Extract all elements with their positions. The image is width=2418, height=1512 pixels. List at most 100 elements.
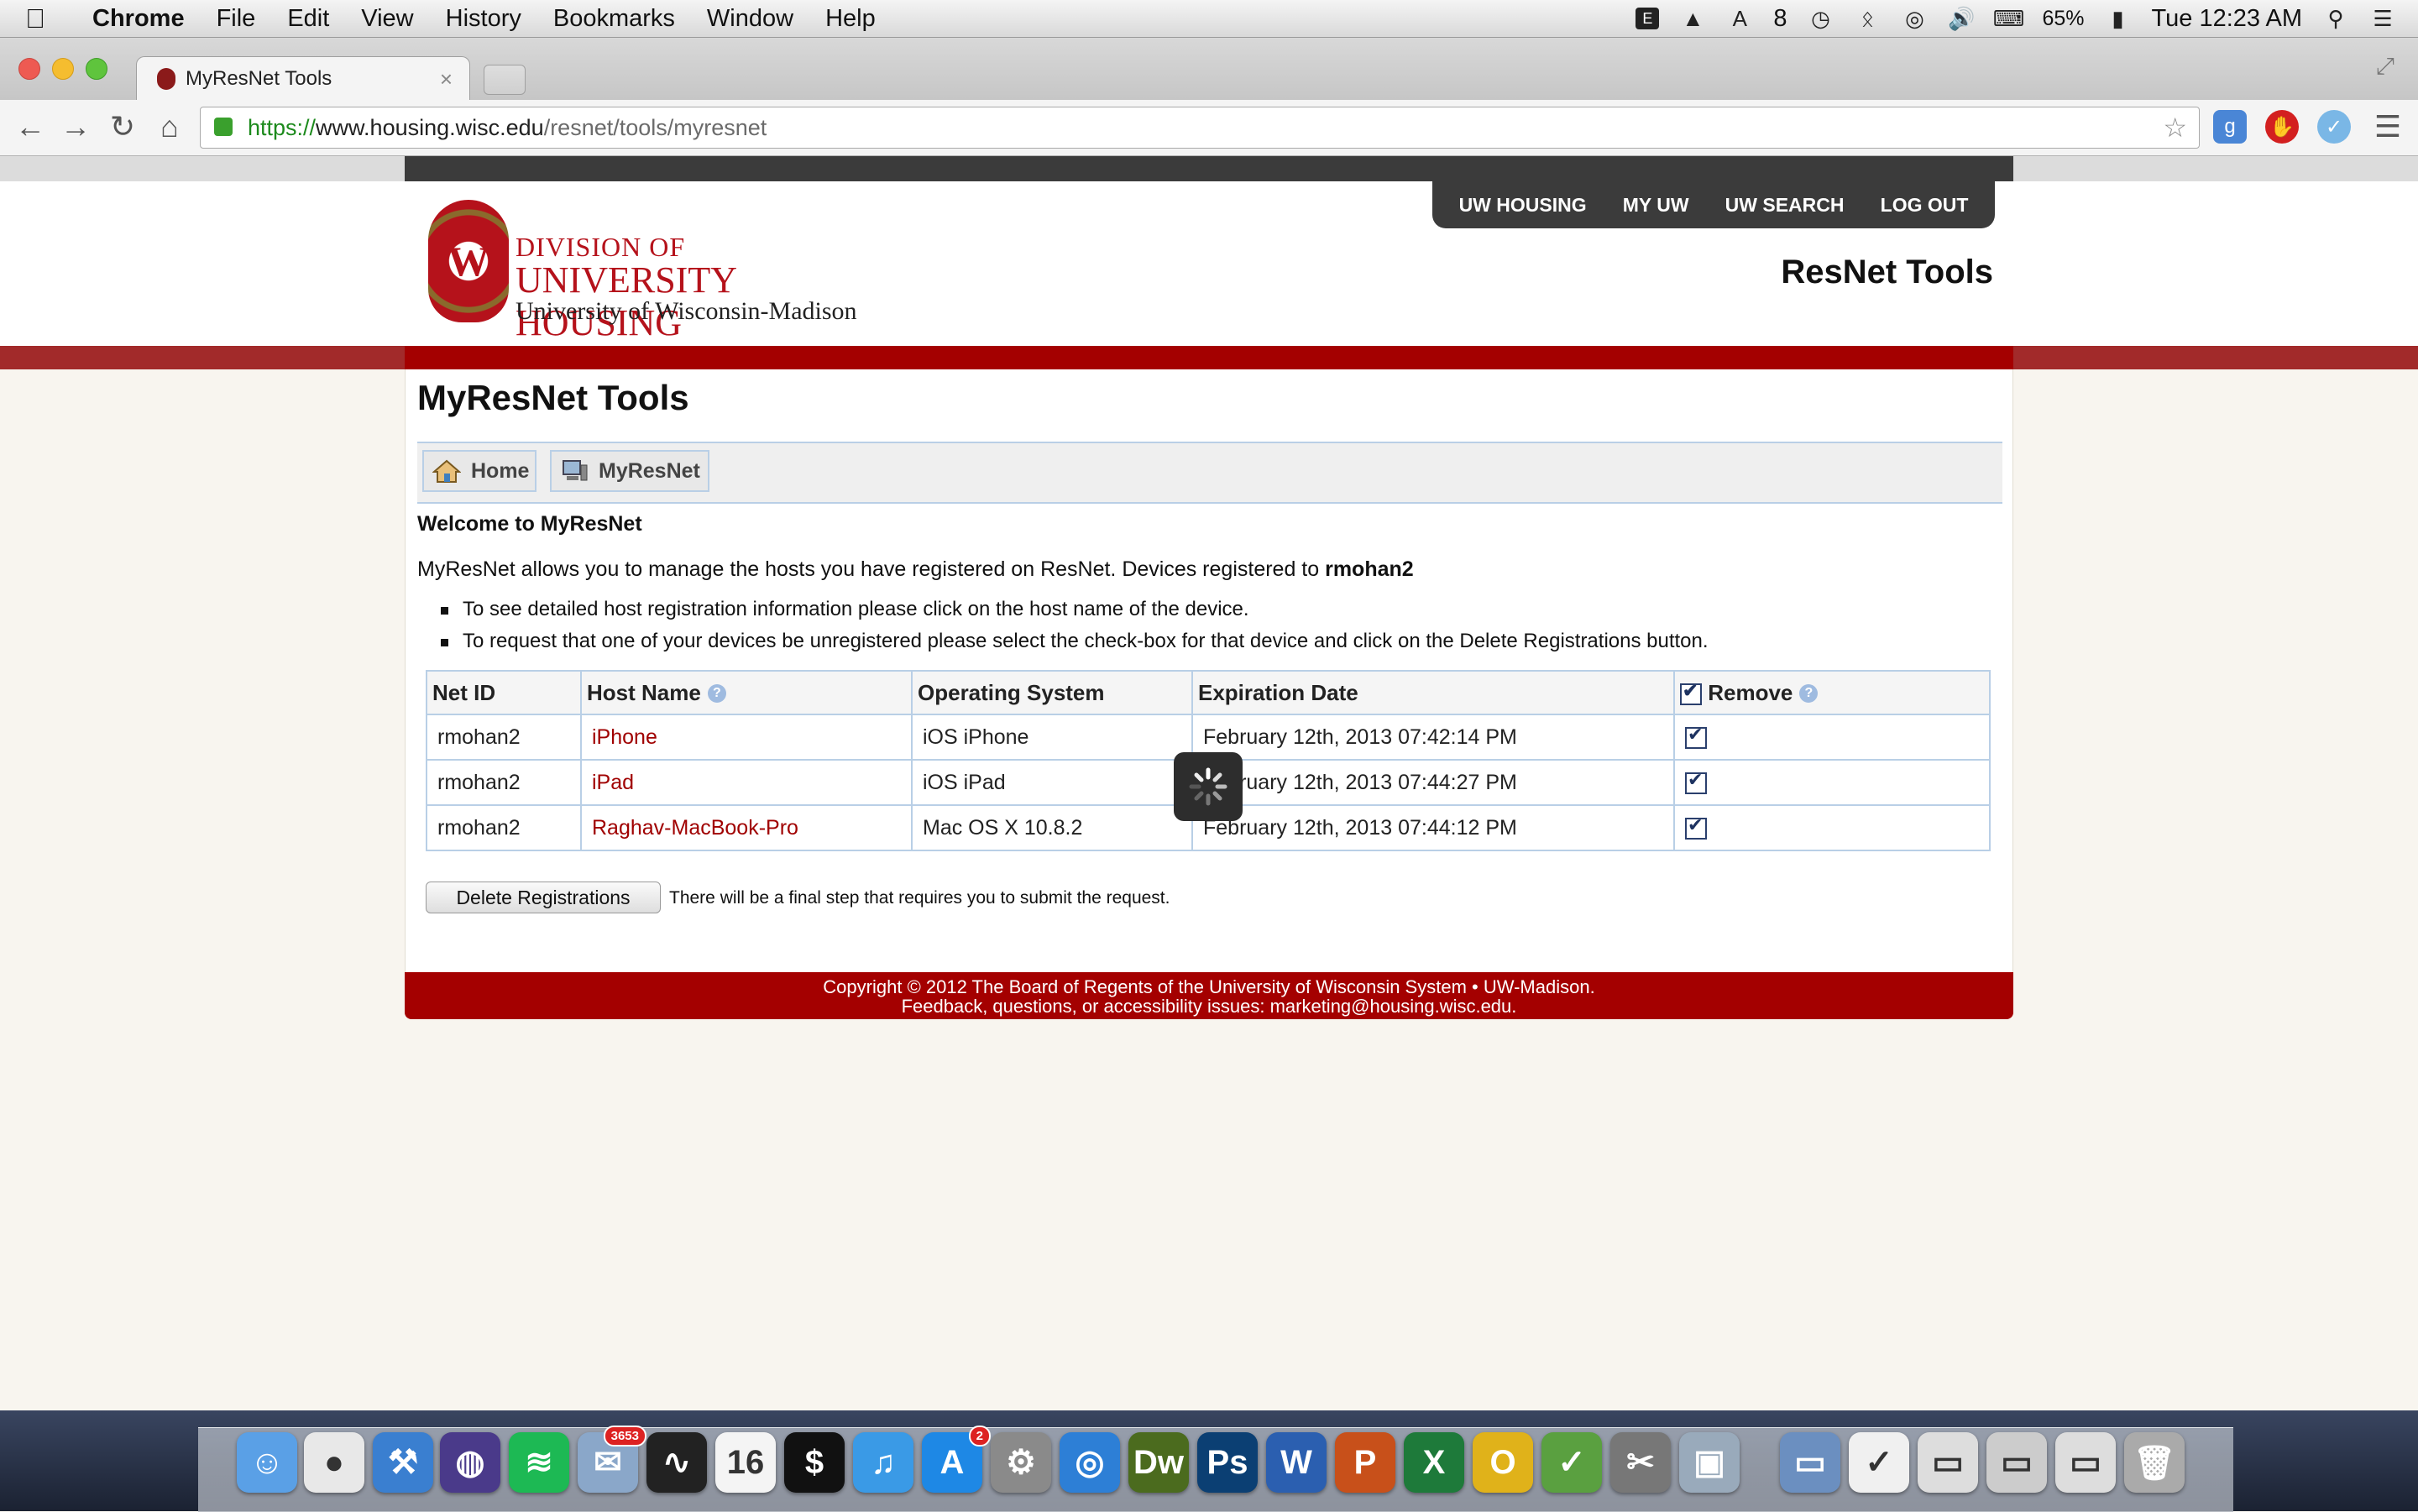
remove-checkbox[interactable] [1685, 724, 1707, 749]
menu-window[interactable]: Window [707, 5, 793, 33]
clock[interactable]: Tue 12:23 AM [2152, 5, 2302, 33]
dock-activity-monitor-icon[interactable]: ∿ [646, 1432, 707, 1493]
dock-folder-icon[interactable]: ▭ [1780, 1432, 1840, 1493]
url-host: www.housing.wisc.edu [316, 115, 544, 140]
menu-file[interactable]: File [217, 5, 256, 33]
bluetooth-icon[interactable]: ᛟ [1854, 5, 1881, 32]
dock-coda-icon[interactable]: ✂ [1610, 1432, 1671, 1493]
dock-window-1-icon[interactable]: ▭ [1918, 1432, 1978, 1493]
dock-ps-icon[interactable]: Ps [1197, 1432, 1258, 1493]
menu-help[interactable]: Help [825, 5, 876, 33]
notification-center-icon[interactable]: ☰ [2369, 5, 2396, 32]
instructions-list: To see detailed host registration inform… [441, 598, 1709, 662]
subnav-myresnet-button[interactable]: MyResNet [550, 450, 709, 492]
url-scheme: https:// [248, 115, 317, 140]
chrome-menu-icon[interactable]: ☰ [2369, 108, 2406, 145]
dock-w-icon[interactable]: W [1266, 1432, 1327, 1493]
remove-checkbox[interactable] [1685, 769, 1707, 794]
adobe-icon[interactable]: A [1726, 5, 1753, 32]
nav-uw-search[interactable]: UW SEARCH [1725, 194, 1845, 217]
col-host-name-label: Host Name [587, 679, 701, 705]
dock-xcode-icon[interactable]: ⚒ [373, 1432, 433, 1493]
loading-spinner-icon [1174, 752, 1243, 821]
remove-checkbox[interactable] [1685, 814, 1707, 840]
cell-os: iOS iPhone [911, 714, 1193, 761]
instruction-item: To see detailed host registration inform… [441, 598, 1709, 621]
home-icon[interactable]: ⌂ [151, 108, 188, 145]
keyboard-icon[interactable]: ⌨ [1993, 5, 2025, 32]
dock-calendar-icon[interactable]: 16 [715, 1432, 776, 1493]
dock-trash-icon[interactable]: 🗑 [2124, 1432, 2185, 1493]
dock-x-icon[interactable]: X [1404, 1432, 1464, 1493]
fullscreen-icon[interactable]: ⤢ [2376, 53, 2394, 81]
nav-log-out[interactable]: LOG OUT [1881, 194, 1969, 217]
adblock-extension-icon[interactable]: ✋ [2265, 110, 2299, 144]
google-extension-icon[interactable]: g [2213, 110, 2247, 144]
host-link-ipad[interactable]: iPad [580, 759, 913, 806]
dock-dw-icon[interactable]: Dw [1128, 1432, 1189, 1493]
forward-arrow-icon[interactable]: → [57, 108, 94, 145]
host-link-iphone[interactable]: iPhone [580, 714, 913, 761]
dock-window-2-icon[interactable]: ▭ [1986, 1432, 2047, 1493]
host-link-macbook[interactable]: Raghav-MacBook-Pro [580, 804, 913, 851]
battery-percent: 65% [2042, 6, 2085, 30]
address-bar[interactable]: https://www.housing.wisc.edu/resnet/tool… [200, 107, 2200, 149]
dock-app-store-icon[interactable]: A2 [922, 1426, 991, 1493]
reload-icon[interactable]: ↻ [104, 108, 141, 145]
col-net-id-label: Net ID [432, 679, 496, 705]
time-machine-icon[interactable]: ◷ [1807, 5, 1834, 32]
nav-uw-housing[interactable]: UW HOUSING [1459, 194, 1587, 217]
select-all-checkbox[interactable] [1680, 680, 1702, 705]
window-zoom-button[interactable] [86, 58, 107, 80]
dock-window-3-icon[interactable]: ▭ [2055, 1432, 2116, 1493]
dock-chrome-icon[interactable]: ● [304, 1432, 364, 1493]
spotlight-search-icon[interactable]: ⚲ [2322, 5, 2349, 32]
dock-tasks-icon[interactable]: ✓ [1849, 1432, 1909, 1493]
dock-p-icon[interactable]: P [1335, 1432, 1395, 1493]
dock-stamp-icon[interactable]: ✓ [1541, 1432, 1602, 1493]
menu-view[interactable]: View [361, 5, 413, 33]
dock-spotify-icon[interactable]: ≋ [509, 1432, 569, 1493]
intro-text: MyResNet allows you to manage the hosts … [417, 557, 1326, 581]
delete-registrations-button[interactable]: Delete Registrations [426, 882, 661, 913]
window-minimize-button[interactable] [52, 58, 74, 80]
uw-housing-logo[interactable]: W DIVISION OF UNIVERSITY HOUSING Univers… [428, 200, 898, 343]
dock-system-preferences-icon[interactable]: ⚙ [991, 1432, 1051, 1493]
browser-toolbar: ← → ↻ ⌂ https://www.housing.wisc.edu/res… [0, 100, 2418, 156]
dock-preview-icon[interactable]: ▣ [1679, 1432, 1740, 1493]
col-operating-system: Operating System [911, 670, 1193, 715]
evernote-icon[interactable]: E [1636, 8, 1660, 29]
volume-icon[interactable]: 🔊 [1948, 5, 1975, 32]
welcome-heading: Welcome to MyResNet [417, 512, 642, 536]
menu-edit[interactable]: Edit [287, 5, 329, 33]
wifi-icon[interactable]: ◎ [1901, 5, 1928, 32]
browser-tab[interactable]: MyResNet Tools × [136, 56, 470, 101]
help-question-icon[interactable]: ? [1799, 683, 1819, 703]
new-tab-button[interactable] [484, 65, 526, 95]
battery-icon[interactable]: ▮ [2105, 5, 2132, 32]
col-host-name: Host Name? [580, 670, 913, 715]
tab-close-icon[interactable]: × [440, 66, 453, 92]
dock-finder-icon[interactable]: ☺ [237, 1432, 297, 1493]
house-icon [432, 459, 461, 483]
dock-eclipse-icon[interactable]: ◍ [440, 1432, 500, 1493]
nav-my-uw[interactable]: MY UW [1623, 194, 1689, 217]
subnav-home-button[interactable]: Home [422, 450, 536, 492]
dock-safari-icon[interactable]: ◎ [1060, 1432, 1120, 1493]
dock-terminal-icon[interactable]: $ [784, 1432, 845, 1493]
dock-itunes-icon[interactable]: ♫ [853, 1432, 913, 1493]
help-question-icon[interactable]: ? [707, 683, 726, 703]
ssl-lock-icon[interactable] [214, 118, 233, 136]
menu-bookmarks[interactable]: Bookmarks [553, 5, 675, 33]
menu-history[interactable]: History [446, 5, 521, 33]
back-arrow-icon[interactable]: ← [12, 108, 49, 145]
bookmark-star-icon[interactable]: ☆ [2163, 107, 2187, 148]
dock-mail-icon[interactable]: ✉ 3653 [578, 1426, 646, 1493]
dock-o-icon[interactable]: O [1473, 1432, 1533, 1493]
menu-app-name[interactable]: Chrome [92, 5, 185, 33]
google-drive-icon[interactable]: ▲ [1679, 5, 1706, 32]
col-remove: Remove? [1673, 670, 1991, 715]
pocket-extension-icon[interactable]: ✓ [2317, 110, 2351, 144]
apple-menu-icon[interactable]:  [25, 3, 76, 34]
window-close-button[interactable] [18, 58, 40, 80]
